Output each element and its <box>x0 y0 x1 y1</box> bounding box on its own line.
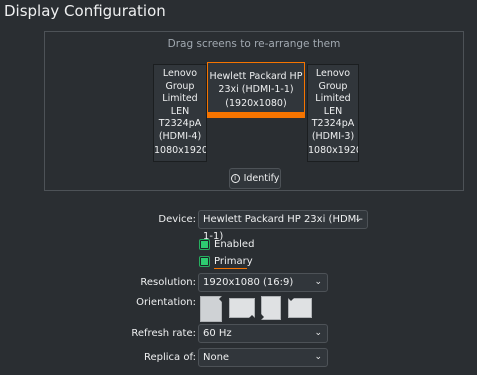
replica-value: None <box>203 352 230 363</box>
identify-button[interactable]: i Identify <box>229 168 281 189</box>
screen-resolution: (1920x1080) <box>225 98 287 109</box>
resolution-value: 1920x1080 (16:9) <box>203 277 294 288</box>
chevron-down-icon: ⌄ <box>314 328 322 338</box>
primary-checkbox[interactable] <box>199 256 210 267</box>
check-fill <box>201 258 208 265</box>
screen-hdmi-4[interactable]: Lenovo Group Limited LEN T2324pA (HDMI-4… <box>153 64 207 162</box>
enabled-checkbox[interactable] <box>199 239 210 250</box>
resolution-select[interactable]: 1920x1080 (16:9) ⌄ <box>198 273 328 292</box>
window-title: Display Configuration <box>4 2 166 20</box>
device-label: Device: <box>158 214 196 225</box>
refresh-rate-label: Refresh rate: <box>131 328 196 339</box>
corner-fold-icon <box>286 292 296 301</box>
identify-label: Identify <box>243 173 280 184</box>
info-icon: i <box>230 174 240 183</box>
screen-hdmi-3[interactable]: Lenovo Group Limited LEN T2324pA (HDMI-3… <box>307 64 359 162</box>
resolution-label: Resolution: <box>140 277 196 288</box>
chevron-down-icon: ⌄ <box>314 277 322 287</box>
refresh-rate-select[interactable]: 60 Hz ⌄ <box>198 324 328 343</box>
device-value: Hewlett Packard HP 23xi (HDMI-1-1) <box>203 214 363 242</box>
screen-hdmi-1-1[interactable]: Hewlett Packard HP 23xi (HDMI-1-1) (1920… <box>207 62 305 118</box>
arrange-hint: Drag screens to re-arrange them <box>167 38 341 50</box>
orientation-portrait-button[interactable] <box>200 294 228 322</box>
chevron-down-icon: ⌄ <box>314 352 322 362</box>
replica-select[interactable]: None ⌄ <box>198 348 328 367</box>
check-fill <box>201 241 208 248</box>
orientation-landscape-button[interactable] <box>229 298 257 324</box>
enabled-checkbox-row[interactable]: Enabled <box>199 239 254 250</box>
device-select[interactable]: Hewlett Packard HP 23xi (HDMI-1-1) ⌄ <box>198 210 368 242</box>
primary-label: Primary <box>214 256 253 267</box>
focus-underline <box>214 268 247 269</box>
enabled-label: Enabled <box>214 239 255 250</box>
screen-resolution: 1080x1920 <box>308 145 359 157</box>
screen-name: Hewlett Packard HP 23xi (HDMI-1-1) <box>209 71 303 95</box>
corner-fold-icon <box>219 294 228 304</box>
orientation-label: Orientation: <box>136 297 196 308</box>
orientation-portrait-flipped-button[interactable] <box>255 296 281 322</box>
chevron-down-icon: ⌄ <box>354 214 362 224</box>
replica-label: Replica of: <box>143 352 196 363</box>
screen-arrangement-panel: Drag screens to re-arrange them Lenovo G… <box>44 31 464 191</box>
corner-fold-icon <box>255 312 264 322</box>
primary-checkbox-row[interactable]: Primary <box>199 256 253 267</box>
screen-name: Lenovo Group Limited LEN T2324pA (HDMI-3… <box>311 68 355 142</box>
screen-name: Lenovo Group Limited LEN T2324pA (HDMI-4… <box>158 68 202 142</box>
selected-indicator <box>208 112 304 117</box>
screen-resolution: 1080x1920 <box>154 145 207 157</box>
refresh-rate-value: 60 Hz <box>203 328 232 339</box>
orientation-landscape-flipped-button[interactable] <box>286 292 312 318</box>
